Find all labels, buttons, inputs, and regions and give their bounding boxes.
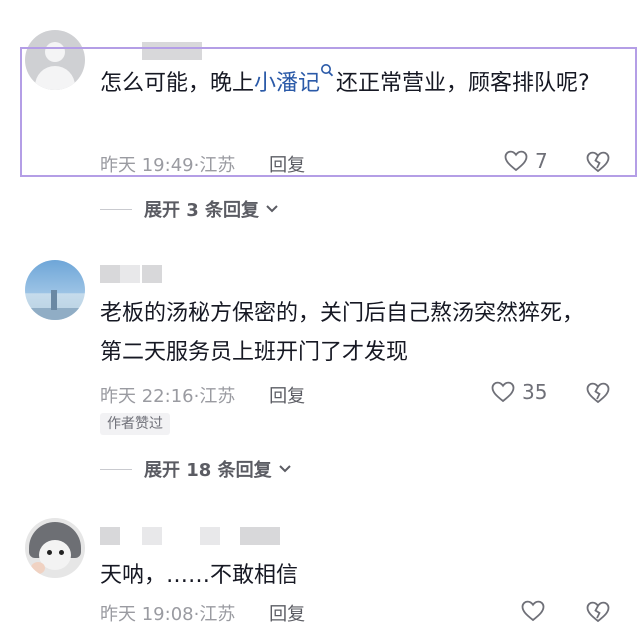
expand-label: 展开 18 条回复: [144, 460, 272, 481]
comment-text: 老板的汤秘方保密的，关门后自己熬汤突然猝死，第二天服务员上班开门了才发现: [100, 301, 585, 365]
broken-heart-icon[interactable]: [584, 381, 612, 405]
comment-location: 江苏: [199, 604, 236, 625]
expand-replies-button[interactable]: 展开 18 条回复: [100, 456, 292, 482]
avatar[interactable]: [25, 260, 85, 320]
comment-location: 江苏: [199, 386, 236, 407]
chevron-down-icon: [266, 205, 278, 213]
comment-meta: 昨天 19:08·江苏 回复: [100, 604, 306, 625]
comment-text: 天呐，……不敢相信: [100, 563, 299, 588]
like-button[interactable]: [520, 599, 552, 623]
author-liked-badge: 作者赞过: [100, 413, 170, 435]
like-button[interactable]: 35: [490, 380, 547, 404]
expand-replies-button[interactable]: 展开 3 条回复: [100, 196, 279, 222]
like-count: 35: [522, 380, 548, 404]
comment-time: 昨天 19:08: [100, 604, 194, 625]
expand-label: 展开 3 条回复: [144, 200, 260, 221]
selection-highlight: [20, 47, 637, 177]
comment-meta: 昨天 22:16·江苏 回复: [100, 386, 306, 407]
broken-heart-icon[interactable]: [584, 600, 612, 624]
heart-icon: [491, 381, 515, 403]
heart-icon: [521, 600, 545, 622]
chevron-down-icon: [278, 465, 291, 473]
avatar[interactable]: [25, 518, 85, 578]
comment-time: 昨天 22:16: [100, 386, 194, 407]
reply-button[interactable]: 回复: [269, 386, 305, 407]
username-blurred[interactable]: [100, 527, 120, 545]
username-blurred[interactable]: [100, 265, 120, 283]
reply-button[interactable]: 回复: [269, 604, 305, 625]
